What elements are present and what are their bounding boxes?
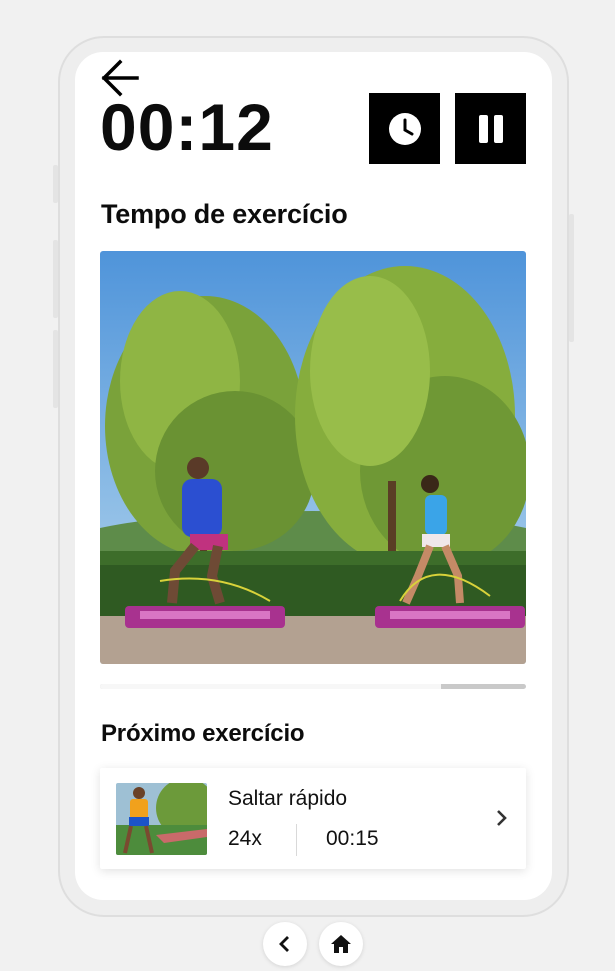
pause-icon [478,114,503,143]
nav-home-button[interactable] [319,922,363,966]
clock-icon [388,112,421,145]
current-exercise-title: Tempo de exercício [101,199,348,229]
timer-button[interactable] [369,93,440,164]
chevron-right-icon [497,810,507,826]
next-exercise-reps: 24x [228,827,262,850]
next-exercise-name: Saltar rápido [228,787,348,810]
next-exercise-duration: 00:15 [326,827,379,850]
phone-side-button [53,330,58,408]
phone-side-button [53,240,58,318]
phone-side-button [53,165,58,203]
exercise-image [100,251,526,664]
exercise-progress-bar [100,684,526,689]
divider [296,824,297,856]
next-exercise-card[interactable]: Saltar rápido 24x 00:15 [100,768,526,869]
next-exercise-thumbnail [116,783,207,855]
elapsed-timer: 00:12 [100,90,274,164]
home-icon [331,935,351,953]
pause-button[interactable] [455,93,526,164]
nav-back-button[interactable] [263,922,307,966]
progress-fill [100,684,441,689]
phone-side-button [569,214,574,342]
next-exercise-section-title: Próximo exercício [101,720,305,747]
chevron-left-icon [279,936,289,952]
